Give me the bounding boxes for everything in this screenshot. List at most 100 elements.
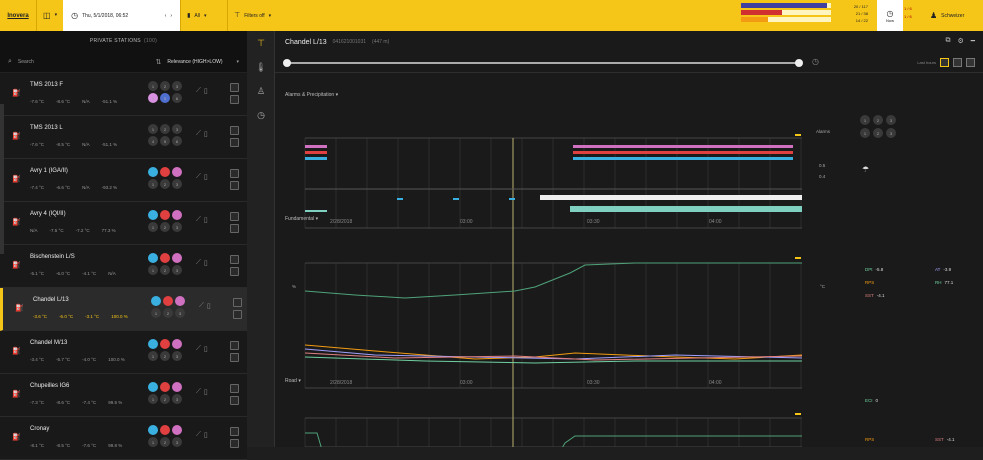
alarm-dot[interactable]: 1 <box>148 351 158 361</box>
toggle-square[interactable] <box>230 126 239 135</box>
signal-icon[interactable]: ⟋ <box>196 388 201 396</box>
toggle-square[interactable] <box>230 212 239 221</box>
alarm-dot[interactable]: 2 <box>163 308 173 318</box>
alarm-dot[interactable]: 5 <box>160 136 170 146</box>
alarm-dot[interactable]: 2 <box>160 124 170 134</box>
alarm-dot[interactable] <box>148 339 158 349</box>
alarm-dot[interactable]: 3 <box>172 222 182 232</box>
alarm-dot[interactable]: 1 <box>148 222 158 232</box>
toggle-square[interactable] <box>230 427 239 436</box>
document-icon[interactable]: ▯ <box>204 173 208 181</box>
alarm-dot[interactable] <box>172 167 182 177</box>
alarm-dot[interactable]: 4 <box>148 136 158 146</box>
time-slider[interactable] <box>287 62 799 64</box>
alarm-dot[interactable]: 1 <box>148 437 158 447</box>
signal-icon[interactable]: ⟋ <box>196 87 201 95</box>
alarm-dot[interactable]: 1 <box>148 394 158 404</box>
alarm-dot[interactable]: 5 <box>160 93 170 103</box>
alarm-dot[interactable]: 1 <box>148 265 158 275</box>
alarm-dot[interactable]: 2 <box>160 265 170 275</box>
alarm-dot[interactable]: 3 <box>886 128 896 138</box>
toggle-square[interactable] <box>230 353 239 362</box>
alarm-dot[interactable]: 1 <box>860 128 870 138</box>
alarm-dot[interactable] <box>148 382 158 392</box>
alarm-dot[interactable]: 1 <box>151 308 161 318</box>
toggle-square[interactable] <box>230 396 239 405</box>
alarm-dot[interactable]: 3 <box>172 265 182 275</box>
person-icon[interactable]: ♙ <box>247 79 275 103</box>
layout-button[interactable]: ◫ ▾ <box>37 0 63 31</box>
station-row[interactable]: ⛽ Cronay -8.1 °C -8.5 °C -7.6 °C 99.8 % 123… <box>0 417 247 460</box>
station-row[interactable]: ⛽ Bischenstein L/S -5.1 °C -6.0 °C -4.1 °C… <box>0 245 247 288</box>
document-icon[interactable]: ▯ <box>204 345 208 353</box>
toggle-square[interactable] <box>230 255 239 264</box>
alarm-dot[interactable]: 3 <box>886 115 896 125</box>
alarm-dot[interactable] <box>172 425 182 435</box>
alarm-dot[interactable]: 2 <box>160 81 170 91</box>
view-1-button[interactable] <box>940 58 949 67</box>
alarm-dot[interactable]: 3 <box>172 437 182 447</box>
station-row[interactable]: ⛽ Chandel M/13 -3.4 °C -5.7 °C -4.0 °C 100.… <box>0 331 247 374</box>
toggle-square[interactable] <box>230 95 239 104</box>
alarm-dot[interactable] <box>160 339 170 349</box>
alarm-dot[interactable]: 1 <box>860 115 870 125</box>
view-2-button[interactable] <box>953 58 962 67</box>
alarm-dot[interactable]: 2 <box>160 394 170 404</box>
signal-icon[interactable]: ⟋ <box>196 173 201 181</box>
document-icon[interactable]: ▯ <box>204 388 208 396</box>
alarm-dot[interactable]: 2 <box>160 222 170 232</box>
alarm-dot[interactable] <box>163 296 173 306</box>
alarm-dot[interactable]: 6 <box>172 136 182 146</box>
alarm-dot[interactable] <box>160 425 170 435</box>
toggle-square[interactable] <box>230 169 239 178</box>
alarm-dot[interactable] <box>148 210 158 220</box>
user-menu[interactable]: ♟ Schweizer <box>924 0 983 31</box>
toggle-square[interactable] <box>230 267 239 276</box>
alarm-dot[interactable] <box>160 210 170 220</box>
alarm-dot[interactable]: 1 <box>148 179 158 189</box>
logo[interactable]: Inovera <box>0 0 36 31</box>
alarm-dot[interactable] <box>172 382 182 392</box>
document-icon[interactable]: ▯ <box>207 302 211 310</box>
search-input[interactable]: Search <box>18 59 150 65</box>
signal-icon[interactable]: ⟋ <box>199 302 204 310</box>
alarm-dot[interactable]: 2 <box>873 128 883 138</box>
signal-icon[interactable]: ⟋ <box>196 345 201 353</box>
station-row[interactable]: ⛽ Chupeilles IG6 -7.3 °C -8.6 °C -7.4 °C 99… <box>0 374 247 417</box>
signal-icon[interactable]: ⟋ <box>196 259 201 267</box>
signal-icon[interactable]: ⟋ <box>196 431 201 439</box>
temperature-icon[interactable]: 🌡 <box>247 55 275 79</box>
signal-icon[interactable]: ⟋ <box>196 130 201 138</box>
station-row[interactable]: ⛽ TMS 2013 F -7.6 °C -8.6 °C N/A -51.1 % 12… <box>0 73 247 116</box>
filter-tool-icon[interactable]: ⊤ <box>247 31 275 55</box>
alarm-dot[interactable]: 2 <box>160 351 170 361</box>
alarm-dot[interactable] <box>148 167 158 177</box>
alarm-dot[interactable]: 3 <box>172 394 182 404</box>
toggle-square[interactable] <box>230 341 239 350</box>
alarm-dot[interactable]: 2 <box>873 115 883 125</box>
alarm-dot[interactable] <box>160 167 170 177</box>
alarm-dot[interactable]: 1 <box>148 124 158 134</box>
toggle-square[interactable] <box>230 83 239 92</box>
toggle-square[interactable] <box>230 181 239 190</box>
alarm-dot[interactable] <box>151 296 161 306</box>
alarm-dot[interactable] <box>175 296 185 306</box>
toggle-square[interactable] <box>233 298 242 307</box>
alarm-dot[interactable]: 3 <box>172 81 182 91</box>
document-icon[interactable]: ▯ <box>204 431 208 439</box>
date-selector[interactable]: ◷ Thu, 5/1/2018, 06:52 ‹ › <box>63 0 181 31</box>
station-row[interactable]: ⛽ Avry 1 (IGA/II) -7.4 °C -6.6 °C N/A -93.2… <box>0 159 247 202</box>
toggle-square[interactable] <box>230 224 239 233</box>
alarm-dot[interactable] <box>172 210 182 220</box>
alarm-dot[interactable]: 3 <box>172 351 182 361</box>
document-icon[interactable]: ▯ <box>204 259 208 267</box>
document-icon[interactable]: ▯ <box>204 87 208 95</box>
station-row[interactable]: ⛽ Avry 4 (IQI/II) N/A -7.5 °C -7.2 °C 77.3 … <box>0 202 247 245</box>
alarm-dot[interactable]: 1 <box>148 81 158 91</box>
filters-button[interactable]: ⊤ Filters off ▾ <box>228 0 277 31</box>
station-row[interactable]: ⛽ Chandel L/13 -3.6 °C -6.0 °C -3.1 °C 100.… <box>0 288 247 331</box>
next-date-button[interactable]: › <box>170 13 172 19</box>
document-icon[interactable]: ▯ <box>204 216 208 224</box>
prev-date-button[interactable]: ‹ <box>165 13 167 19</box>
collapse-icon[interactable]: ━ <box>971 37 975 45</box>
